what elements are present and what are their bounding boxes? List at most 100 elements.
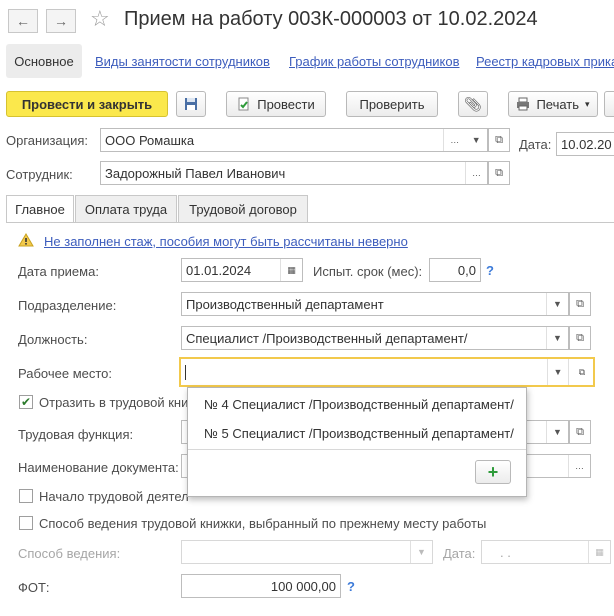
attach-button[interactable]: 📎︎ xyxy=(458,91,488,117)
dots-icon: … xyxy=(472,168,481,178)
dept-open-button[interactable]: ⧉ xyxy=(569,292,591,316)
method-prev-checkbox[interactable] xyxy=(19,516,33,530)
chevron-down-icon[interactable]: ▼ xyxy=(472,135,481,145)
forward-button[interactable]: → xyxy=(46,9,76,33)
probation-field[interactable]: 0,0 xyxy=(429,258,481,282)
nav-employment-types[interactable]: Виды занятости сотрудников xyxy=(95,54,270,69)
date-field[interactable]: 10.02.20 xyxy=(556,132,614,156)
dots-icon[interactable]: … xyxy=(450,135,459,145)
hire-date-field[interactable]: 01.01.2024 ▦ xyxy=(181,258,303,282)
page-title: Прием на работу 003К-000003 от 10.02.202… xyxy=(124,8,538,30)
post-button-label: Провести xyxy=(257,96,315,112)
dots-icon: … xyxy=(575,461,584,471)
warning-link[interactable]: Не заполнен стаж, пособия могут быть рас… xyxy=(44,234,408,249)
fot-field[interactable]: 100 000,00 xyxy=(181,574,341,598)
workplace-field[interactable]: ▼ ⧉ xyxy=(179,357,595,387)
org-field-controls: … ▼ xyxy=(443,129,487,151)
workplace-dropdown-list: № 4 Специалист /Производственный департа… xyxy=(187,387,527,497)
post-and-close-button[interactable]: Провести и закрыть xyxy=(6,91,168,117)
calendar-button[interactable]: ▦ xyxy=(280,259,302,281)
arrow-right-icon: → xyxy=(54,13,68,29)
labor-function-open-button[interactable]: ⧉ xyxy=(569,420,591,444)
probation-label: Испыт. срок (мес): xyxy=(313,264,423,279)
employee-open-button[interactable]: ⧉ xyxy=(488,161,510,185)
chevron-down-icon: ▼ xyxy=(553,427,562,437)
workplace-open-button[interactable]: ⧉ xyxy=(571,359,593,385)
printer-icon xyxy=(517,97,530,111)
check-button[interactable]: Проверить xyxy=(346,91,438,117)
calendar-button: ▦ xyxy=(588,541,610,563)
open-form-icon: ⧉ xyxy=(576,297,584,310)
star-icon[interactable]: ☆ xyxy=(90,6,110,32)
print-button-label: Печать xyxy=(536,96,580,112)
chevron-down-icon: ▼ xyxy=(553,333,562,343)
fot-value: 100 000,00 xyxy=(270,578,336,594)
chevron-down-icon: ▼ xyxy=(417,547,426,557)
save-button[interactable] xyxy=(176,91,206,117)
list-item[interactable]: № 5 Специалист /Производственный департа… xyxy=(204,426,514,441)
dept-dropdown-button[interactable]: ▼ xyxy=(546,293,568,315)
work-start-label: Начало трудовой деятел xyxy=(39,489,189,504)
method-label: Способ ведения: xyxy=(18,546,121,561)
subtab-labor-contract[interactable]: Трудовой договор xyxy=(178,195,308,223)
workplace-dropdown-button[interactable]: ▼ xyxy=(547,359,569,385)
text-cursor xyxy=(185,364,186,380)
doc-name-select-button[interactable]: … xyxy=(568,455,590,477)
dept-value: Производственный департамент xyxy=(186,296,384,312)
date-label: Дата: xyxy=(519,137,552,152)
work-start-checkbox[interactable] xyxy=(19,489,33,503)
position-dropdown-button[interactable]: ▼ xyxy=(546,327,568,349)
doc-name-label: Наименование документа: xyxy=(18,460,179,475)
open-form-icon: ⧉ xyxy=(576,425,584,438)
calendar-icon: ▦ xyxy=(595,546,604,557)
add-button[interactable]: + xyxy=(475,460,511,484)
probation-value: 0,0 xyxy=(457,262,476,278)
labor-function-dropdown-button[interactable]: ▼ xyxy=(546,421,568,443)
hire-date-value: 01.01.2024 xyxy=(186,262,252,278)
nav-work-schedule[interactable]: График работы сотрудников xyxy=(289,54,459,69)
employee-label: Сотрудник: xyxy=(6,167,73,182)
position-open-button[interactable]: ⧉ xyxy=(569,326,591,350)
org-open-button[interactable]: ⧉ xyxy=(488,128,510,152)
open-form-icon: ⧉ xyxy=(576,331,584,344)
open-form-icon: ⧉ xyxy=(578,366,586,377)
nav-panel: Основное Виды занятости сотрудников Граф… xyxy=(0,44,614,78)
help-icon[interactable]: ? xyxy=(486,263,494,278)
method-dropdown-button: ▼ xyxy=(410,541,432,563)
method-prev-label: Способ ведения трудовой книжки, выбранны… xyxy=(39,516,487,531)
tab-divider xyxy=(6,222,614,223)
hire-date-label: Дата приема: xyxy=(18,264,99,279)
post-button[interactable]: Провести xyxy=(226,91,326,117)
method-date-value: . . xyxy=(500,544,511,560)
dept-field[interactable]: Производственный департамент ▼ xyxy=(181,292,569,316)
employee-select-button[interactable]: … xyxy=(465,162,487,184)
post-document-icon xyxy=(238,97,249,111)
subtab-payroll[interactable]: Оплата труда xyxy=(75,195,177,223)
list-item[interactable]: № 4 Специалист /Производственный департа… xyxy=(204,397,514,412)
chevron-down-icon: ▾ xyxy=(585,98,590,109)
method-date-label: Дата: xyxy=(443,546,476,561)
calendar-icon: ▦ xyxy=(287,264,296,275)
workplace-label: Рабочее место: xyxy=(18,366,113,381)
org-field[interactable]: ООО Ромашка … ▼ xyxy=(100,128,488,152)
arrow-left-icon: ← xyxy=(16,13,30,29)
employee-value: Задорожный Павел Иванович xyxy=(105,165,286,181)
paperclip-icon: 📎︎ xyxy=(464,95,482,112)
back-button[interactable]: ← xyxy=(8,9,38,33)
tab-main[interactable]: Основное xyxy=(6,44,82,78)
reflect-checkbox[interactable]: ✔ xyxy=(19,395,33,409)
subtab-main[interactable]: Главное xyxy=(6,195,74,223)
position-field[interactable]: Специалист /Производственный департамент… xyxy=(181,326,569,350)
labor-function-label: Трудовая функция: xyxy=(18,427,134,442)
print-button[interactable]: Печать ▾ xyxy=(508,91,598,117)
help-icon[interactable]: ? xyxy=(347,579,355,594)
divider xyxy=(188,449,526,450)
org-value: ООО Ромашка xyxy=(105,132,195,148)
more-button[interactable] xyxy=(604,91,614,117)
floppy-disk-icon xyxy=(185,98,197,110)
chevron-down-icon: ▼ xyxy=(553,367,563,377)
nav-hr-orders-registry[interactable]: Реестр кадровых прика xyxy=(476,54,614,69)
warning-icon xyxy=(18,233,34,247)
employee-field[interactable]: Задорожный Павел Иванович … xyxy=(100,161,488,185)
open-form-icon: ⧉ xyxy=(495,133,503,146)
